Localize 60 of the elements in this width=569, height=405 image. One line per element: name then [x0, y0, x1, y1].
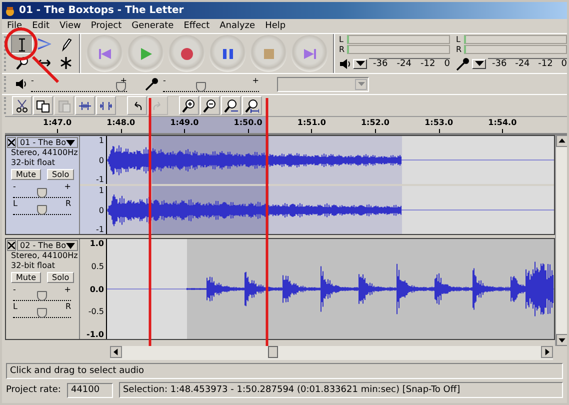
amplitude-label: 0 [98, 206, 104, 214]
solo-button[interactable]: Solo [47, 272, 74, 283]
slider-label: L [13, 303, 18, 310]
amplitude-label: -1.0 [86, 330, 104, 339]
meter-scale-label: 0 [561, 59, 567, 69]
amplitude-label: 1 [98, 186, 104, 195]
menu-item[interactable]: Generate [126, 21, 179, 31]
selection-info: Selection: 1:48.453973 - 1:50.287594 (0:01.833621 min:sec) [Snap-To Off] [118, 382, 563, 398]
amplitude-label: -0.5 [88, 307, 104, 316]
track-name-menu[interactable]: 01 - The Bo [17, 137, 78, 148]
channel-label: L [339, 36, 344, 44]
timeline-ruler[interactable]: 1:47.0 1:48.0 1:49.0 1:50.0 1:51.0 1:52.0 1:53.0 1:54.0 [5, 116, 567, 134]
amplitude-label: 0.5 [91, 262, 104, 271]
slider-label: R [65, 200, 71, 207]
amplitude-label: 1 [98, 136, 104, 145]
mute-button[interactable]: Mute [11, 169, 42, 180]
menu-item[interactable]: Effect [178, 21, 215, 31]
slider-label: - [31, 76, 34, 84]
slider-label: - [163, 76, 166, 84]
channel-label: R [456, 46, 463, 54]
menu-item[interactable]: Analyze [214, 21, 260, 31]
menu-item[interactable]: Edit [27, 21, 54, 31]
slider-label: + [252, 76, 259, 84]
channel-label: L [456, 36, 462, 44]
track-control-panel[interactable]: 02 - The Bo Stereo, 44100Hz 32-bit float Mute Solo - + L R [6, 239, 80, 339]
amplitude-label: -1 [96, 225, 104, 234]
slider-label: - [13, 183, 16, 190]
amplitude-label: 1.0 [90, 239, 104, 248]
amplitude-label: 0 [98, 156, 104, 164]
track-info: Stereo, 44100Hz [10, 251, 78, 261]
track-info: 32-bit float [10, 158, 56, 168]
mute-button[interactable]: Mute [11, 272, 42, 283]
track-info: Stereo, 44100Hz [10, 148, 78, 158]
project-rate-label: Project rate: [6, 385, 61, 395]
meter-scale-label: 0 [444, 59, 450, 69]
channel-label: R [339, 46, 346, 54]
menu-item[interactable]: File [2, 21, 28, 31]
meter-scale-label: -36 [373, 59, 388, 69]
slider-label: R [65, 303, 71, 310]
meter-scale-label: -36 [492, 59, 507, 69]
meter-scale-label: -12 [420, 59, 436, 69]
slider-label: L [13, 200, 18, 207]
track-info: 32-bit float [10, 261, 56, 271]
slider-label: + [64, 286, 71, 293]
menu-item[interactable]: Project [86, 21, 127, 31]
status-message: Click and drag to select audio [6, 363, 563, 379]
window-title: 01 - The Boxtops - The Letter [19, 5, 184, 16]
project-rate-field[interactable]: 44100 [66, 382, 113, 398]
amplitude-label: 0.0 [90, 284, 104, 294]
amplitude-label: -1 [96, 175, 104, 184]
meter-scale-label: -24 [396, 59, 412, 69]
slider-label: + [64, 183, 71, 190]
meter-scale-label: -12 [538, 59, 553, 69]
track-name-menu[interactable]: 02 - The Bo [17, 240, 78, 251]
track-control-panel[interactable]: 01 - The Bo Stereo, 44100Hz 32-bit float Mute Solo - + L R [6, 136, 80, 234]
solo-button[interactable]: Solo [47, 169, 74, 180]
menu-item[interactable]: View [54, 21, 86, 31]
meter-scale-label: -24 [515, 59, 530, 69]
slider-label: - [13, 286, 16, 293]
menu-item[interactable]: Help [260, 21, 291, 31]
